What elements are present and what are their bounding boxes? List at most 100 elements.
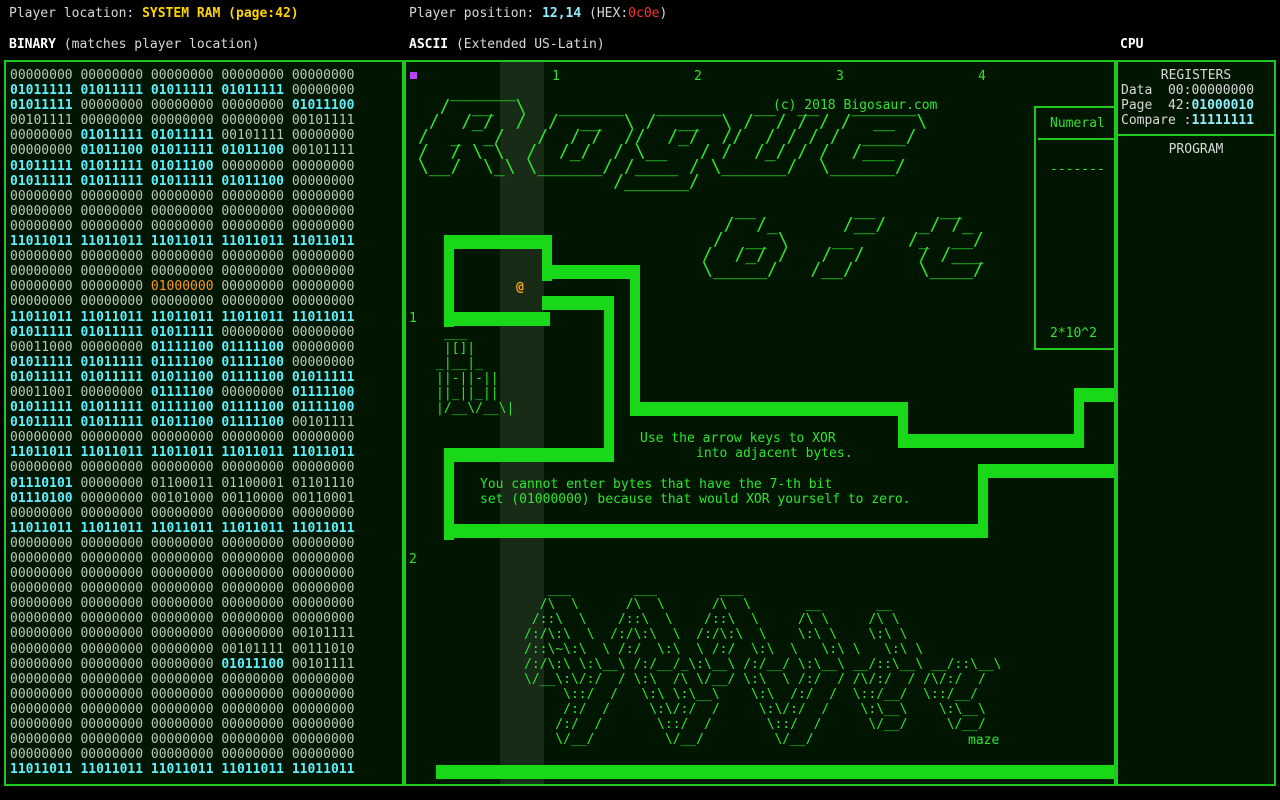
binary-byte: 01011111 xyxy=(10,173,73,189)
binary-byte: 00000000 xyxy=(221,460,284,476)
binary-row: 00000000 00000000 00000000 00000000 0000… xyxy=(6,687,402,702)
binary-byte: 00000000 xyxy=(291,611,355,627)
binary-byte: 00000000 xyxy=(10,279,73,295)
binary-row: 00000000 00000000 00000000 00000000 0000… xyxy=(6,294,402,309)
binary-byte: 11011011 xyxy=(221,520,284,536)
binary-byte: 00000000 xyxy=(80,249,144,265)
binary-byte: 00000000 xyxy=(291,732,355,748)
binary-row: 00000000 00000000 00000000 00000000 0000… xyxy=(6,506,402,521)
ascii-game-view[interactable]: 1 2 3 4 1 2 (c) 2018 Bigosaur.com ______… xyxy=(404,60,1116,786)
binary-byte: 00000000 xyxy=(150,626,214,642)
binary-byte: 00101111 xyxy=(291,113,355,129)
binary-byte: 00000000 xyxy=(221,611,284,627)
binary-byte: 00000000 xyxy=(291,566,355,582)
binary-byte: 00000000 xyxy=(10,717,73,733)
position-label: Player position: xyxy=(409,6,535,21)
binary-byte: 00000000 xyxy=(291,264,355,280)
binary-row: 00000000 00000000 01000000 00000000 0000… xyxy=(6,279,402,294)
binary-byte: 00000000 xyxy=(150,656,214,672)
binary-row: 01011111 00000000 00000000 00000000 0101… xyxy=(6,98,402,113)
binary-byte: 00000000 xyxy=(80,430,144,446)
binary-byte: 11011011 xyxy=(10,309,73,325)
binary-byte: 00000000 xyxy=(80,264,144,280)
binary-byte: 00000000 xyxy=(221,551,284,566)
wall-segment xyxy=(444,235,550,249)
binary-byte: 01011111 xyxy=(150,173,214,189)
cursor-marker-icon xyxy=(410,72,417,79)
binary-row: 11011011 11011011 11011011 11011011 1101… xyxy=(6,234,402,249)
binary-byte: 00000000 xyxy=(291,279,355,295)
binary-byte: 00000000 xyxy=(150,218,214,234)
binary-byte: 11011011 xyxy=(150,520,214,536)
binary-byte: 00000000 xyxy=(221,249,284,265)
ascii-section-title: ASCII (Extended US-Latin) xyxy=(409,37,605,52)
binary-byte: 11011011 xyxy=(291,309,355,325)
binary-byte: 01111100 xyxy=(150,339,214,355)
binary-byte: 01011100 xyxy=(221,656,284,672)
binary-byte: 00000000 xyxy=(150,686,214,702)
binary-row: 01011111 01011111 01011100 01111100 0101… xyxy=(6,370,402,385)
instruction-line-4: set (01000000) because that would XOR yo… xyxy=(480,492,911,507)
position-value: 12,14 xyxy=(542,6,582,21)
binary-byte: 00000000 xyxy=(80,490,144,506)
row-marker-2: 2 xyxy=(409,552,417,567)
instruction-line-2: into adjacent bytes. xyxy=(696,446,853,461)
cpu-panel: REGISTERS Data 00:00000000 Page 42:01000… xyxy=(1116,60,1276,786)
binary-byte: 01011111 xyxy=(10,400,73,416)
binary-byte: 00000000 xyxy=(291,218,355,234)
binary-byte: 00000000 xyxy=(150,294,214,310)
wall-segment xyxy=(898,434,1084,448)
binary-byte: 00000000 xyxy=(80,641,144,657)
binary-row: 01110100 00000000 00101000 00110000 0011… xyxy=(6,491,402,506)
registers-title: REGISTERS xyxy=(1160,68,1232,83)
binary-row: 00000000 00000000 00000000 00000000 0000… xyxy=(6,581,402,596)
binary-row: 00000000 00000000 00000000 00000000 0000… xyxy=(6,566,402,581)
binary-byte: 01110100 xyxy=(10,490,73,506)
binary-byte: 00000000 xyxy=(221,188,284,204)
binary-byte: 01011100 xyxy=(221,143,284,159)
binary-row: 00000000 00000000 00000000 00000000 0000… xyxy=(6,189,402,204)
binary-byte: 01011111 xyxy=(80,83,144,99)
binary-byte: 00000000 xyxy=(10,535,73,551)
binary-byte: 00000000 xyxy=(80,294,144,310)
column-marker-3: 3 xyxy=(836,69,844,84)
binary-byte: 11011011 xyxy=(291,762,355,778)
binary-byte: 00000000 xyxy=(221,701,284,717)
binary-byte: 00000000 xyxy=(80,475,144,491)
binary-byte: 00000000 xyxy=(150,732,214,748)
binary-byte: 00000000 xyxy=(10,294,73,310)
binary-byte: 00000000 xyxy=(221,384,284,400)
binary-byte: 01011111 xyxy=(10,415,73,431)
binary-byte: 00000000 xyxy=(291,188,355,204)
binary-row: 00000000 00000000 00000000 00000000 0000… xyxy=(6,460,402,475)
binary-byte: 01100011 xyxy=(150,475,214,491)
binary-byte: 01011100 xyxy=(150,158,214,174)
binary-byte: 00000000 xyxy=(10,671,73,687)
binary-byte: 00000000 xyxy=(150,611,214,627)
wall-segment xyxy=(444,448,614,462)
binary-byte: 00000000 xyxy=(150,68,214,83)
binary-byte: 00000000 xyxy=(221,294,284,310)
binary-byte: 00000000 xyxy=(10,611,73,627)
binary-byte: 00000000 xyxy=(221,626,284,642)
wall-segment xyxy=(1074,388,1114,402)
binary-byte: 00000000 xyxy=(150,98,214,114)
maze-label: maze xyxy=(968,733,1000,748)
binary-row: 00000000 00000000 00000000 00000000 0000… xyxy=(6,68,402,83)
binary-byte: 00000000 xyxy=(10,626,73,642)
binary-byte: 00000000 xyxy=(291,596,355,612)
binary-row: 00000000 00000000 00000000 00000000 0000… xyxy=(6,264,402,279)
binary-byte: 00000000 xyxy=(150,566,214,582)
binary-byte: 00101111 xyxy=(291,143,355,159)
binary-byte: 00000000 xyxy=(80,732,144,748)
numeral-box: Numeral ------- 2*10^2 xyxy=(1034,106,1114,350)
binary-row: 11011011 11011011 11011011 11011011 1101… xyxy=(6,445,402,460)
binary-byte: 00101000 xyxy=(150,490,214,506)
cpu-section-title: CPU xyxy=(1120,37,1144,52)
binary-byte: 01011100 xyxy=(221,173,284,189)
binary-byte: 00000000 xyxy=(291,158,355,174)
binary-byte: 01011111 xyxy=(80,400,144,416)
column-marker-4: 4 xyxy=(978,69,986,84)
binary-byte: 11011011 xyxy=(221,762,284,778)
binary-row: 00000000 00000000 00000000 00000000 0000… xyxy=(6,717,402,732)
